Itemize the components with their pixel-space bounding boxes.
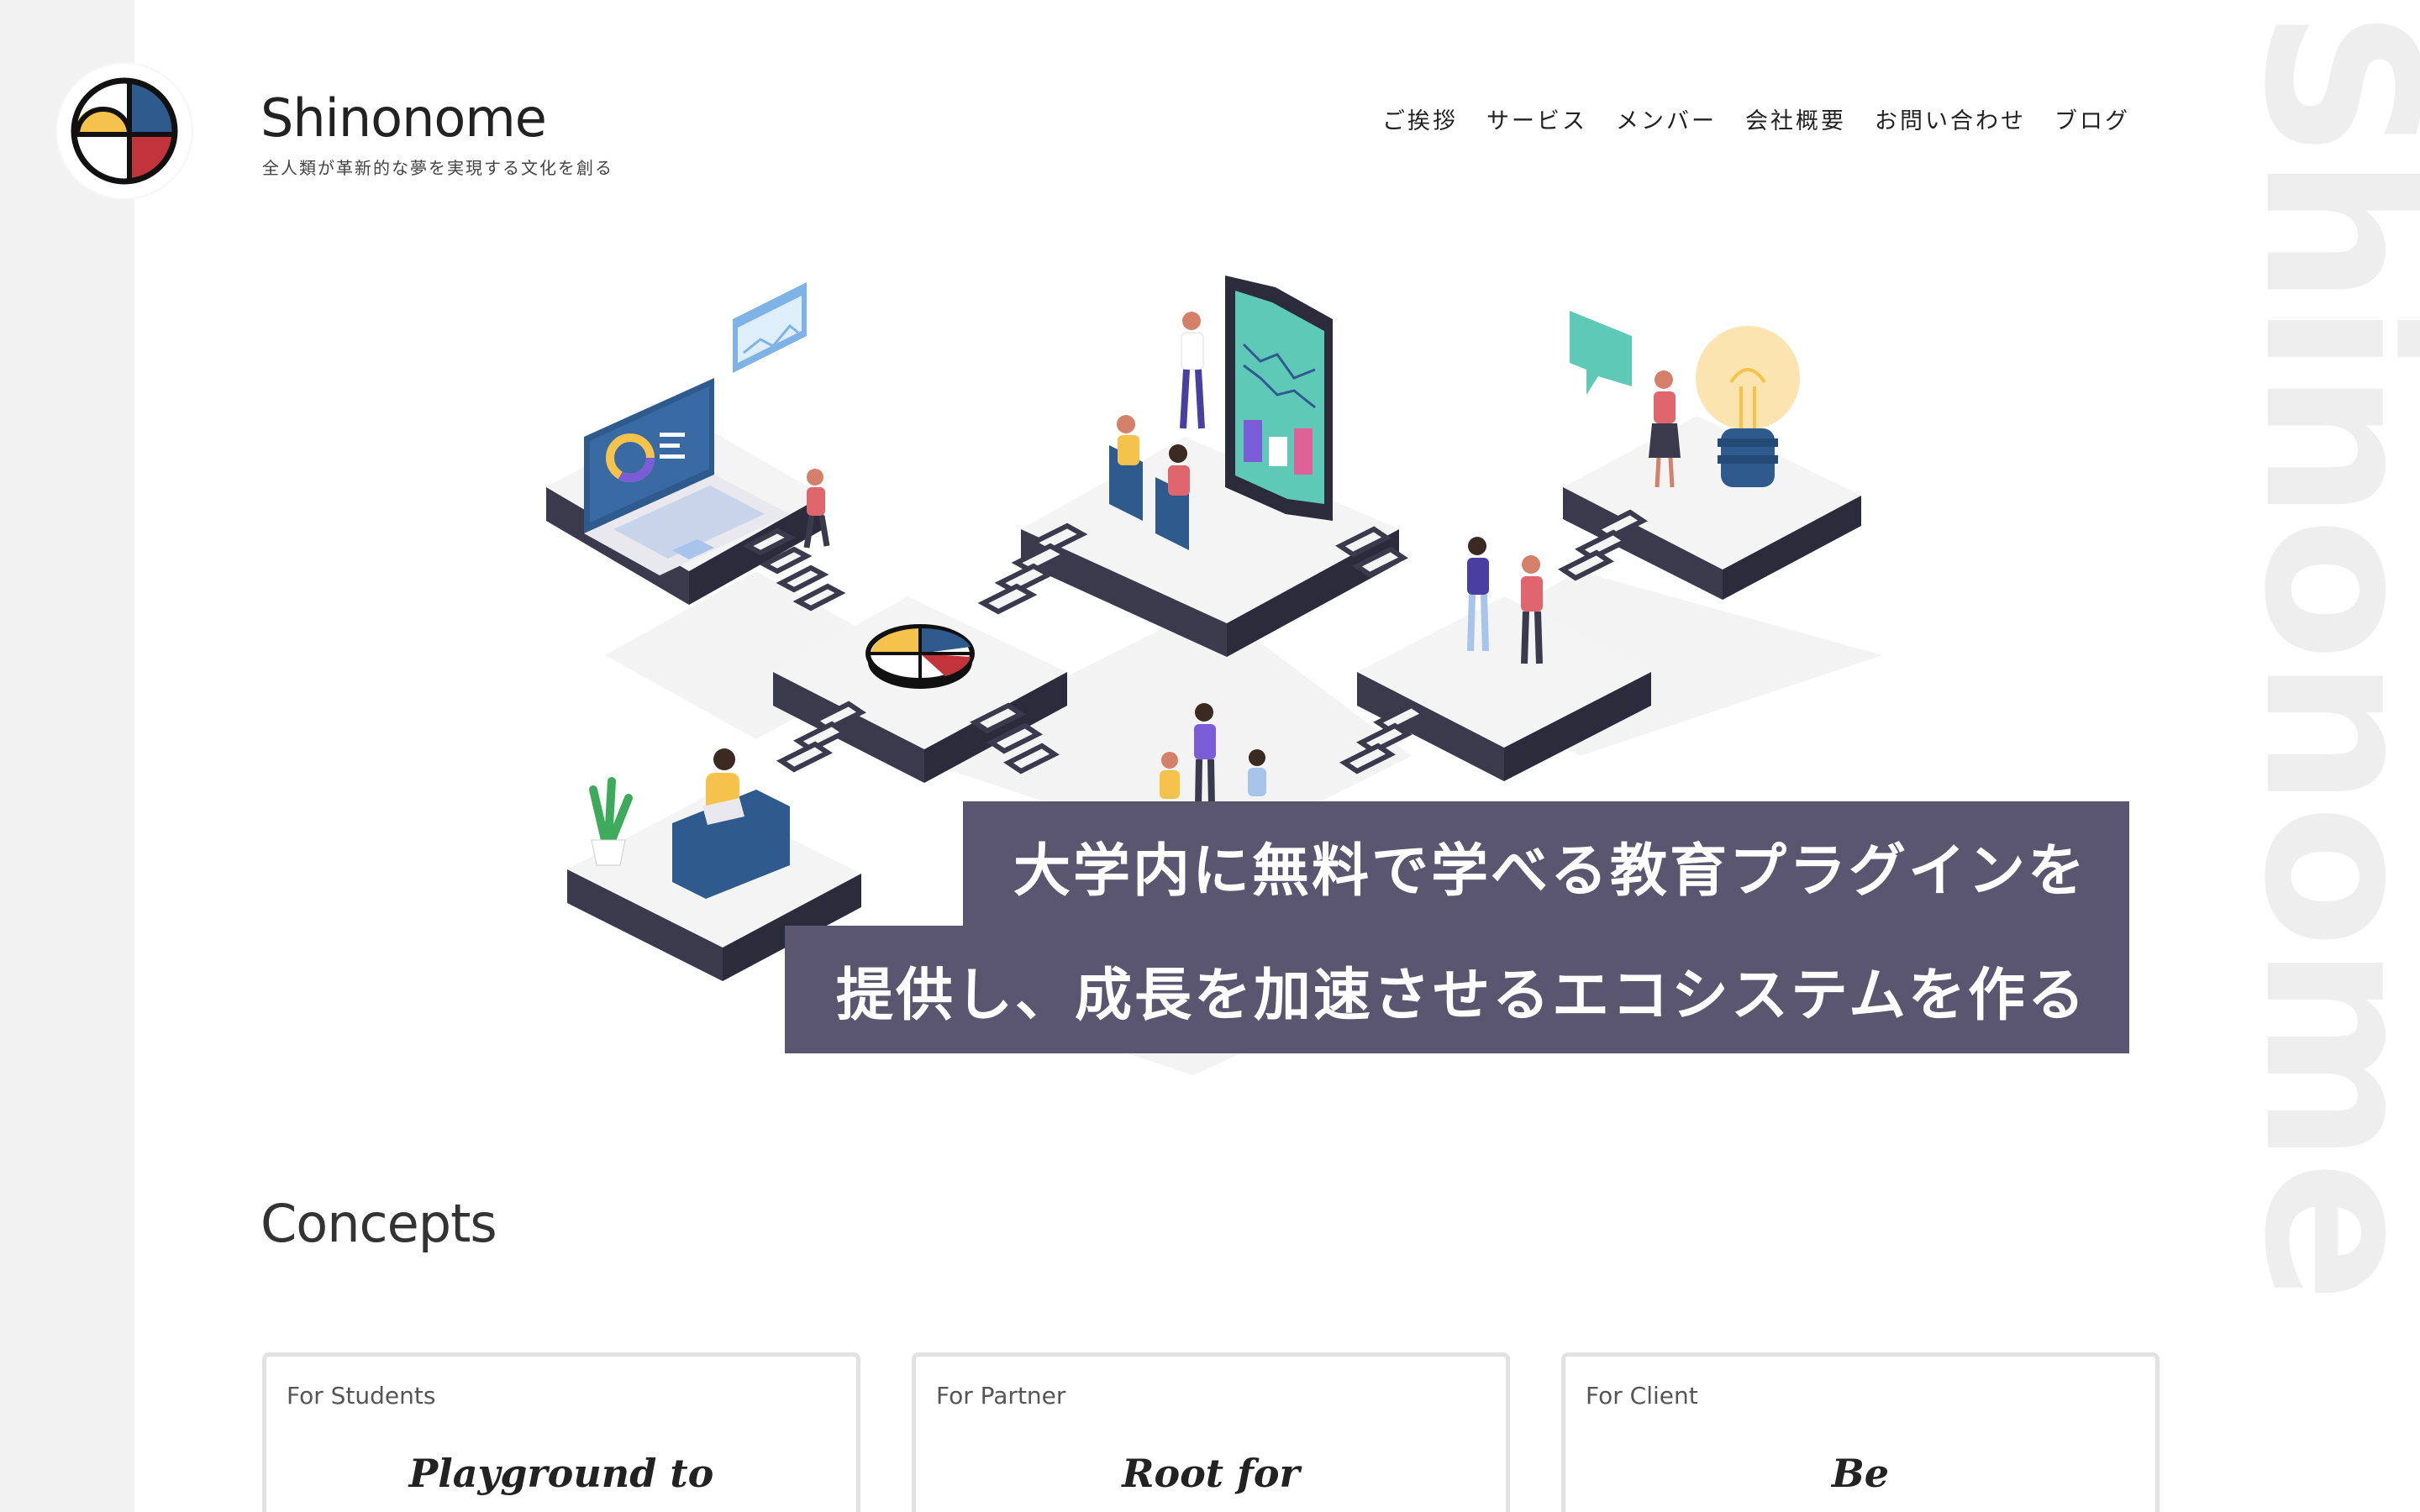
nav-item-members[interactable]: メンバー <box>1616 102 1717 135</box>
card-label: For Partner <box>936 1382 1066 1410</box>
card-script-text: Playground to <box>408 1451 714 1496</box>
concept-card-students[interactable]: For Students Playground to <box>262 1352 860 1512</box>
concept-card-client[interactable]: For Client Be <box>1561 1352 2160 1512</box>
concepts-title: Concepts <box>260 1193 497 1254</box>
left-rail <box>0 0 134 1512</box>
plant <box>589 777 633 866</box>
side-watermark: Shinonome <box>2218 8 2420 1300</box>
brand-name[interactable]: Shinonome <box>260 87 547 149</box>
main-nav: ご挨拶 サービス メンバー 会社概要 お問い合わせ ブログ <box>1382 102 2130 135</box>
pie-sculpture <box>865 624 975 689</box>
nav-item-blog[interactable]: ブログ <box>2054 102 2130 135</box>
nav-item-company[interactable]: 会社概要 <box>1745 102 1846 135</box>
nav-item-services[interactable]: サービス <box>1486 102 1587 135</box>
card-script-text: Be <box>1831 1451 1890 1496</box>
card-label: For Client <box>1586 1382 1698 1410</box>
brand-tagline: 全人類が革新的な夢を実現する文化を創る <box>262 158 613 178</box>
nav-item-greeting[interactable]: ご挨拶 <box>1382 102 1458 135</box>
card-label: For Students <box>287 1382 436 1410</box>
logo-mark-icon <box>71 77 178 185</box>
card-script-text: Root for <box>1122 1451 1300 1496</box>
concept-card-partner[interactable]: For Partner Root for <box>912 1352 1510 1512</box>
hero-illustration <box>546 276 1882 1075</box>
nav-item-contact[interactable]: お問い合わせ <box>1875 102 2026 135</box>
logo[interactable] <box>57 64 192 198</box>
